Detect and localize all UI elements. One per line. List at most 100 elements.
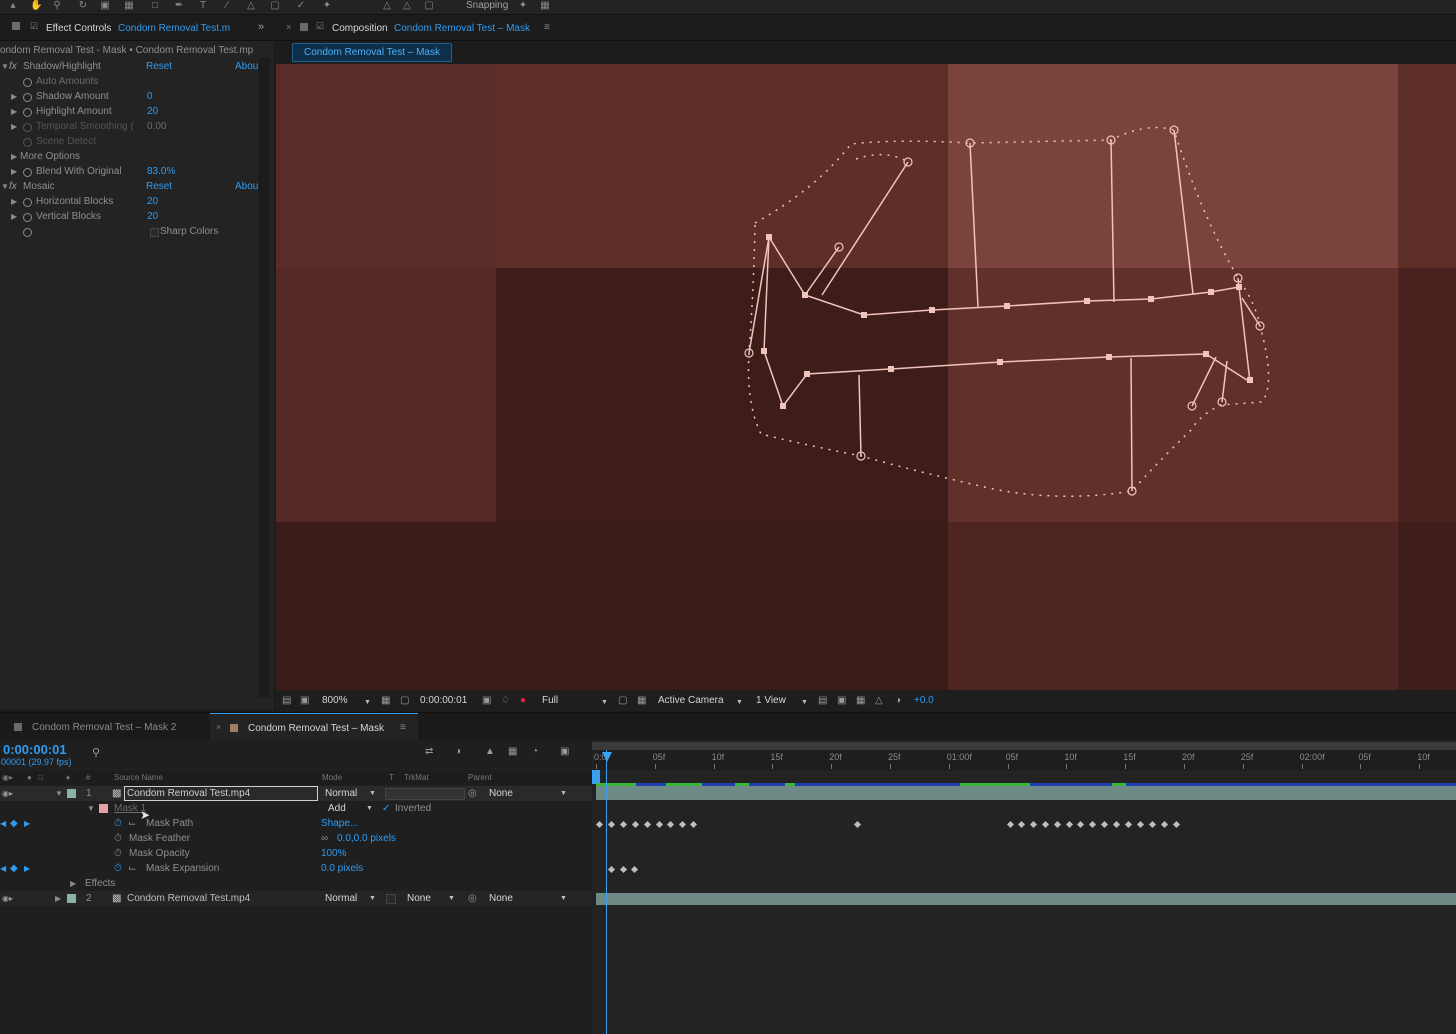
rectangle-tool-icon[interactable]: □: [150, 1, 160, 11]
mask-path-overlay[interactable]: [276, 64, 1456, 690]
snapping-options-icon[interactable]: ▦: [540, 1, 550, 11]
stopwatch-icon[interactable]: [23, 108, 32, 117]
expand-triangle-icon[interactable]: ▶: [11, 209, 17, 224]
expand-triangle-icon[interactable]: ▶: [11, 149, 17, 164]
viewer-timecode[interactable]: 0:00:00:01: [420, 695, 467, 707]
comp-mini-flowchart-icon[interactable]: ⇄: [425, 746, 433, 757]
parent-dropdown[interactable]: None: [489, 891, 513, 906]
prop-value[interactable]: 0: [147, 89, 153, 104]
t-checkbox[interactable]: [386, 894, 396, 904]
work-area-bar[interactable]: [592, 742, 1456, 750]
source-name-header[interactable]: Source Name: [114, 773, 163, 782]
stopwatch-icon[interactable]: [23, 93, 32, 102]
axis-world-icon[interactable]: △: [402, 1, 412, 11]
eraser-tool-icon[interactable]: ▢: [270, 1, 280, 11]
tab-menu-icon[interactable]: ≡: [400, 722, 406, 733]
reset-link[interactable]: Reset: [146, 59, 172, 74]
chevron-down-icon[interactable]: ▼: [448, 891, 455, 906]
mask-expansion-row[interactable]: ◀ ◆ ▶ ⏱ ⌙ Mask Expansion 0.0 pixels: [0, 861, 592, 876]
stopwatch-icon[interactable]: [23, 198, 32, 207]
mask-feather-row[interactable]: ⏱ Mask Feather ∞ 0.0,0.0 pixels: [0, 831, 592, 846]
fx-icon[interactable]: fx: [9, 59, 17, 74]
puppet-pin-tool-icon[interactable]: ✦: [322, 1, 332, 11]
stopwatch-icon[interactable]: ⏱: [114, 861, 122, 876]
axis-view-icon[interactable]: ▢: [424, 1, 434, 11]
visibility-icon[interactable]: ◉▸: [2, 891, 13, 906]
expand-triangle-icon[interactable]: ▶: [70, 876, 76, 891]
chevron-down-icon[interactable]: ▼: [364, 697, 371, 709]
timeline-timecode[interactable]: 0:00:00:01: [3, 742, 67, 757]
mask-handles[interactable]: [744, 125, 1265, 496]
inverted-checkbox-icon[interactable]: ✓: [382, 801, 390, 816]
trkmat-dropdown[interactable]: [385, 788, 465, 800]
close-tab-icon[interactable]: ×: [216, 722, 221, 732]
effect-controls-tab-file[interactable]: Condom Removal Test.m: [118, 23, 230, 34]
keyframe-toggle-icon[interactable]: ◆: [10, 816, 18, 831]
mask-row[interactable]: ▼ Mask 1 Add ▼ ✓ Inverted: [0, 801, 592, 816]
parent-header[interactable]: Parent: [468, 773, 492, 782]
selection-tool-icon[interactable]: ▴: [8, 1, 18, 11]
layer-mode-dropdown[interactable]: Normal: [325, 786, 357, 801]
resolution-dropdown[interactable]: Full: [542, 695, 558, 707]
prop-value[interactable]: 0.0 pixels: [321, 861, 363, 876]
monitor-icon[interactable]: ▣: [300, 695, 309, 707]
label-color-swatch[interactable]: [67, 894, 76, 903]
label-color-swatch[interactable]: [67, 789, 76, 798]
rotate-tool-icon[interactable]: ↻: [78, 1, 88, 11]
prop-value[interactable]: 0.0,0.0 pixels: [337, 831, 396, 846]
fx-icon[interactable]: fx: [9, 179, 17, 194]
snapping-icon[interactable]: ✦: [518, 1, 528, 11]
prop-value[interactable]: 100%: [321, 846, 347, 861]
next-keyframe-icon[interactable]: ▶: [24, 861, 30, 876]
grid-icon[interactable]: ▦: [381, 695, 390, 707]
expand-triangle-icon[interactable]: ▼: [55, 786, 63, 801]
panel-menu-icon[interactable]: [300, 23, 308, 31]
trkmat-header[interactable]: TrkMat: [404, 773, 429, 782]
chevron-down-icon[interactable]: ▼: [560, 891, 567, 906]
reset-exposure-icon[interactable]: ◑: [895, 695, 901, 707]
mask-path-row[interactable]: ◀ ◆ ▶ ⏱ ⌙ Mask Path Shape...: [0, 816, 592, 831]
parent-dropdown[interactable]: None: [489, 786, 513, 801]
playhead-line[interactable]: [606, 750, 607, 1034]
views-dropdown[interactable]: 1 View: [756, 695, 786, 707]
chevron-down-icon[interactable]: ▼: [369, 786, 376, 801]
prop-value[interactable]: Shape...: [321, 816, 358, 831]
tab-menu-icon[interactable]: ≡: [544, 22, 550, 33]
mask-opacity-row[interactable]: ⏱ Mask Opacity 100%: [0, 846, 592, 861]
graph-icon[interactable]: ⌙: [128, 816, 136, 831]
work-area-start-handle[interactable]: [592, 770, 600, 784]
axis-local-icon[interactable]: △: [382, 1, 392, 11]
mask-color-swatch[interactable]: [99, 804, 108, 813]
visibility-icon[interactable]: ◉▸: [2, 786, 13, 801]
effect-controls-scrollbar[interactable]: [258, 58, 270, 698]
stopwatch-icon[interactable]: [23, 168, 32, 177]
expand-triangle-icon[interactable]: ▶: [11, 104, 17, 119]
pen-tool-icon[interactable]: ✒: [174, 1, 184, 11]
shy-icon[interactable]: ▲: [485, 746, 495, 757]
prop-value[interactable]: 20: [147, 194, 158, 209]
about-link[interactable]: Abou: [235, 179, 258, 194]
composition-tab-label[interactable]: Composition: [332, 23, 388, 34]
expand-triangle-icon[interactable]: ▶: [11, 164, 17, 179]
layer-mode-dropdown[interactable]: Normal: [325, 891, 357, 906]
stopwatch-icon[interactable]: [23, 123, 32, 132]
transparency-grid-icon[interactable]: ▦: [637, 695, 646, 707]
effect-controls-tab-label[interactable]: Effect Controls: [46, 23, 111, 34]
sharp-colors-checkbox[interactable]: [150, 228, 159, 237]
motion-blur-icon[interactable]: ◔: [532, 746, 538, 757]
stopwatch-icon[interactable]: ⏱: [114, 816, 122, 831]
graph-icon[interactable]: ⌙: [128, 861, 136, 876]
stopwatch-icon[interactable]: ⏱: [114, 846, 122, 861]
stopwatch-icon[interactable]: [23, 228, 32, 237]
exposure-value[interactable]: +0.0: [914, 695, 934, 707]
camera-dropdown[interactable]: Active Camera: [658, 695, 724, 707]
timeline-tab[interactable]: Condom Removal Test – Mask 2: [0, 713, 208, 741]
brush-tool-icon[interactable]: ∕: [222, 1, 232, 11]
zoom-dropdown[interactable]: 800%: [322, 695, 348, 707]
composition-viewer-tab[interactable]: Condom Removal Test – Mask: [292, 43, 452, 62]
timeline-icon[interactable]: ▦: [856, 695, 865, 707]
roi-icon[interactable]: ▢: [400, 695, 409, 707]
hand-tool-icon[interactable]: ✋: [30, 1, 42, 11]
pan-behind-tool-icon[interactable]: ▦: [124, 1, 134, 11]
expand-triangle-icon[interactable]: ▶: [11, 119, 17, 134]
